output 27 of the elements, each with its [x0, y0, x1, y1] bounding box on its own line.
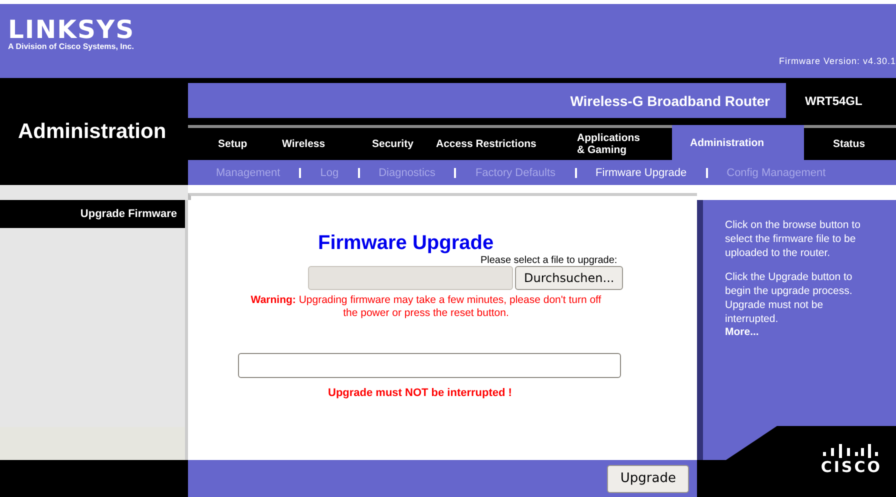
nav-tab[interactable]: Setup: [188, 128, 268, 160]
nav-tab[interactable]: Wireless: [268, 128, 358, 160]
help-text: Click the Upgrade button to begin the upgrade process. Upgrade must not be interrupted.: [725, 270, 854, 326]
browse-button[interactable]: Durchsuchen...: [515, 266, 624, 290]
nav-tab[interactable]: Status: [804, 128, 894, 160]
nav-tab[interactable]: Administration: [672, 125, 804, 160]
cisco-bars-icon: [823, 444, 880, 458]
subtab-link[interactable]: Firmware Upgrade: [596, 166, 687, 178]
firmware-version: Firmware Version: v4.30.1: [778, 56, 896, 66]
product-name: Wireless-G Broadband Router: [570, 92, 770, 108]
more-link[interactable]: More...: [725, 326, 876, 338]
model-name: WRT54GL: [804, 92, 862, 110]
page-title: Firmware Upgrade: [318, 232, 494, 255]
nav-tab[interactable]: Applications & Gaming: [565, 128, 672, 160]
nav-tab[interactable]: Access Restrictions: [430, 128, 565, 160]
file-prompt: Please select a file to upgrade:: [480, 255, 618, 266]
notice-text: Upgrade must NOT be interrupted !: [328, 387, 512, 399]
upgrade-button[interactable]: Upgrade: [607, 464, 689, 492]
cisco-logo-text: CISCO: [820, 458, 882, 476]
section-title: Administration: [18, 120, 166, 144]
logo-subtitle: A Division of Cisco Systems, Inc.: [8, 42, 135, 51]
warning-text: Warning: Upgrading firmware may take a few minutes, please don't turn off the power or press the reset button.: [250, 294, 602, 320]
file-field[interactable]: [308, 266, 513, 290]
sidebar-heading: Upgrade Firmware: [80, 208, 177, 220]
nav-tab[interactable]: Security: [358, 128, 430, 160]
linksys-logo: LINKSYS: [8, 18, 135, 42]
help-text: Click on the browse button to select the firmware file to be uploaded to the router.: [725, 218, 862, 260]
